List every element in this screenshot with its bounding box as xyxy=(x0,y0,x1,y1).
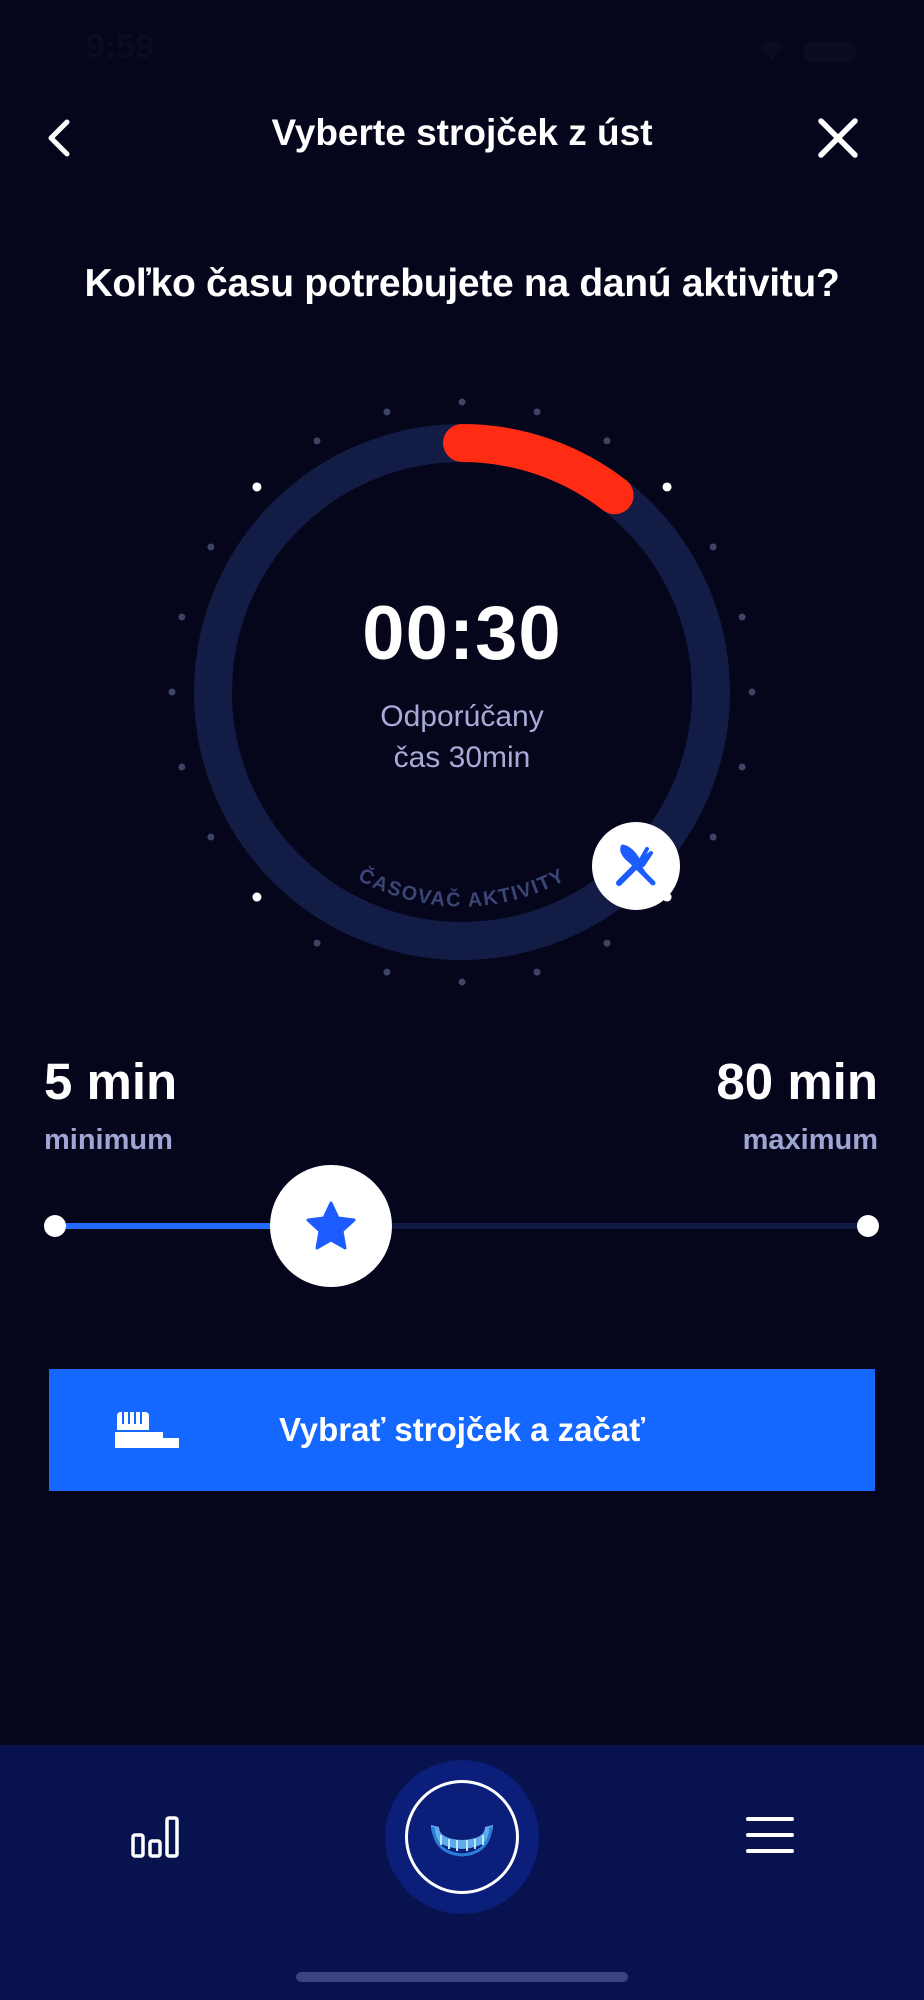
close-icon xyxy=(818,118,858,158)
close-button[interactable] xyxy=(812,112,864,164)
bar-chart-icon xyxy=(131,1816,179,1858)
activity-badge xyxy=(592,822,680,910)
dial-tick xyxy=(458,398,466,406)
dial-tick xyxy=(533,968,541,976)
dial-tick xyxy=(748,688,756,696)
nav-menu-button[interactable] xyxy=(746,1815,794,1855)
toothbrush-icon xyxy=(115,1412,179,1448)
question-heading: Koľko času potrebujete na danú aktivitu? xyxy=(84,262,840,305)
home-indicator xyxy=(296,1972,628,1982)
star-icon xyxy=(306,1201,356,1250)
timer-ring-label: ČASOVAČ AKTIVITY xyxy=(355,862,569,911)
timer-progress-arc xyxy=(443,424,634,515)
min-value: 5 min xyxy=(44,1053,178,1110)
dial-tick xyxy=(313,437,321,445)
slider-end-dot xyxy=(857,1215,879,1237)
timer-display: 00:30 xyxy=(362,591,562,676)
dial-tick xyxy=(383,408,391,416)
nav-aligner-button[interactable] xyxy=(405,1780,519,1894)
min-label: minimum xyxy=(44,1124,173,1156)
dial-tick xyxy=(252,892,262,902)
dial-tick xyxy=(709,543,717,551)
select-aligner-start-button[interactable]: Vybrať strojček a začať xyxy=(49,1369,875,1491)
dial-tick xyxy=(168,688,176,696)
recommended-time: Odporúčany čas 30min xyxy=(0,696,924,778)
max-value: 80 min xyxy=(716,1053,878,1110)
dial-tick xyxy=(603,437,611,445)
dial-tick xyxy=(458,978,466,986)
nav-stats-button[interactable] xyxy=(130,1815,180,1859)
aligner-icon xyxy=(431,1825,493,1857)
dial-tick xyxy=(252,482,262,492)
fork-knife-icon xyxy=(616,844,656,886)
dial-tick xyxy=(207,543,215,551)
time-slider-thumb[interactable] xyxy=(270,1165,393,1287)
dial-tick xyxy=(662,482,672,492)
dial-tick xyxy=(313,939,321,947)
status-time: 9:59 xyxy=(86,28,155,66)
dial-tick xyxy=(207,833,215,841)
menu-icon xyxy=(746,1817,794,1853)
dial-tick xyxy=(603,939,611,947)
page-title: Vyberte strojček z úst xyxy=(271,112,653,153)
recommended-line-1: Odporúčany xyxy=(380,700,544,733)
dial-tick xyxy=(383,968,391,976)
max-label: maximum xyxy=(742,1124,878,1156)
dial-tick xyxy=(709,833,717,841)
status-icons xyxy=(754,34,864,69)
recommended-line-2: čas 30min xyxy=(393,741,531,774)
dial-tick xyxy=(533,408,541,416)
activity-timer-dial[interactable]: ČASOVAČ AKTIVITY xyxy=(160,390,764,994)
slider-start-dot xyxy=(44,1215,66,1237)
